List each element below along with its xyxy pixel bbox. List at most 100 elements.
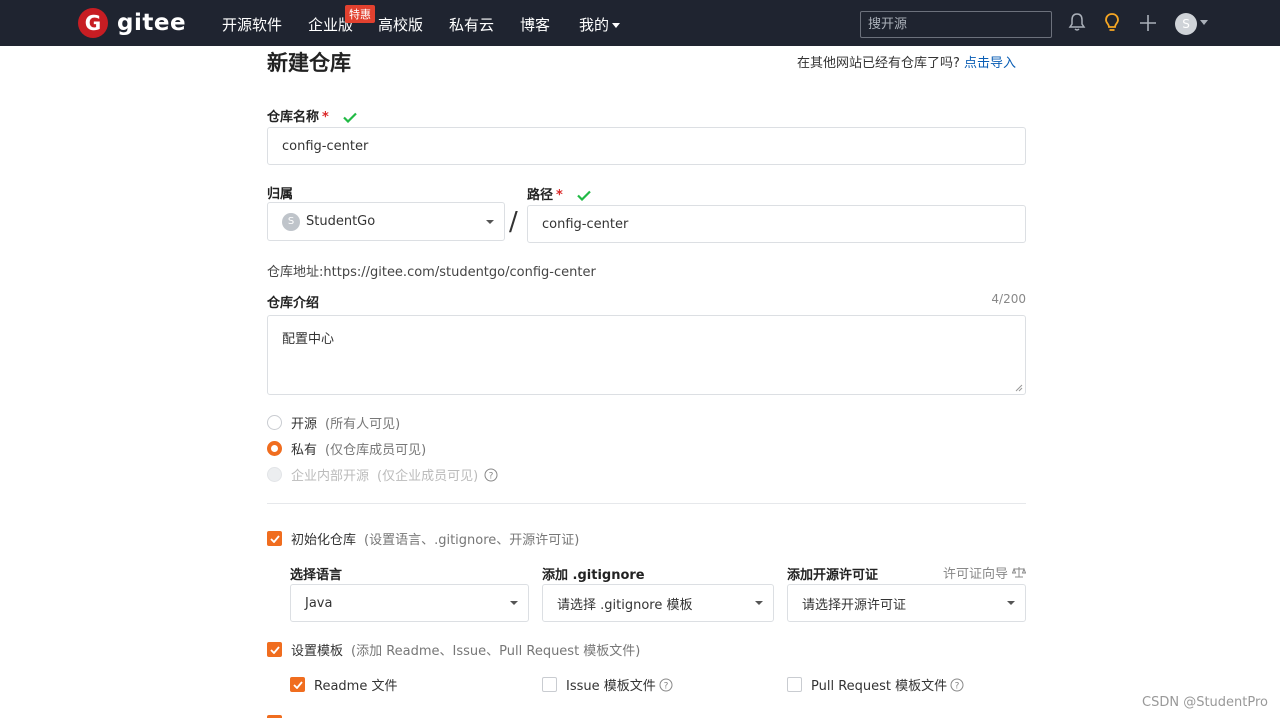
owner-avatar: S (282, 212, 300, 231)
svg-text:?: ? (489, 471, 494, 481)
nav-private-cloud[interactable]: 私有云 (449, 14, 494, 35)
checkmark-icon (269, 645, 280, 654)
license-guide-link[interactable]: 许可证向导 (943, 563, 1027, 582)
visibility-open-source-note: (所有人可见) (325, 417, 401, 432)
nav-mine[interactable]: 我的 (579, 14, 621, 35)
user-avatar[interactable]: S (1175, 13, 1197, 35)
language-value: Java (305, 595, 333, 611)
pr-template-checkbox[interactable] (787, 677, 802, 692)
description-textarea[interactable]: 配置中心 (267, 315, 1026, 395)
checkmark-icon (269, 534, 280, 543)
svg-text:?: ? (663, 681, 668, 691)
issue-template-checkbox[interactable] (542, 677, 557, 692)
path-label: 路径 * (527, 184, 592, 203)
gitee-logo[interactable]: G gitee (78, 8, 186, 38)
promo-badge: 特惠 (345, 5, 375, 23)
init-repo-checkbox[interactable] (267, 531, 282, 546)
readme-checkbox-row[interactable]: Readme 文件 (290, 675, 397, 694)
radio-private[interactable] (267, 441, 282, 456)
template-label: 设置模板 (291, 644, 344, 659)
license-label: 添加开源许可证 (787, 568, 879, 583)
visibility-open-source-label: 开源 (291, 417, 318, 432)
import-prompt: 在其他网站已经有仓库了吗? 点击导入 (797, 52, 1016, 71)
visibility-enterprise-label: 企业内部开源 (291, 469, 370, 484)
gitignore-label: 添加 .gitignore (542, 568, 645, 583)
chevron-down-icon (510, 601, 518, 605)
gitignore-select[interactable]: 请选择 .gitignore 模板 (542, 584, 774, 622)
avatar-chevron-down-icon[interactable] (1200, 20, 1208, 25)
resize-handle-icon[interactable] (1015, 384, 1023, 392)
repo-name-value: config-center (282, 138, 369, 154)
repo-name-label: 仓库名称 * (267, 106, 358, 125)
visibility-private-note: (仅仓库成员可见) (325, 443, 427, 458)
owner-select[interactable]: S StudentGo (267, 202, 505, 241)
question-circle-icon[interactable]: ? (484, 468, 498, 482)
checkmark-icon (292, 680, 303, 689)
template-note: (添加 Readme、Issue、Pull Request 模板文件) (351, 644, 641, 659)
lightbulb-icon[interactable] (1103, 12, 1121, 33)
readme-label: Readme 文件 (314, 679, 398, 694)
logo-mark: G (78, 8, 108, 38)
chevron-down-icon (1007, 601, 1015, 605)
pr-template-label: Pull Request 模板文件 (811, 679, 948, 694)
license-value: 请选择开源许可证 (802, 597, 907, 613)
nav-education[interactable]: 高校版 (378, 14, 423, 35)
init-repo-label: 初始化仓库 (291, 533, 357, 548)
repo-url-hint: 仓库地址:https://gitee.com/studentgo/config-… (267, 265, 596, 280)
path-input[interactable]: config-center (527, 205, 1026, 243)
description-label: 仓库介绍 (267, 296, 320, 311)
search-input[interactable] (860, 11, 1052, 38)
description-value: 配置中心 (282, 332, 335, 347)
check-icon (343, 112, 358, 124)
license-guide-text: 许可证向导 (943, 567, 1009, 582)
template-checkbox-row[interactable]: 设置模板 (添加 Readme、Issue、Pull Request 模板文件) (267, 640, 640, 659)
watermark: CSDN @StudentPro (1142, 695, 1268, 710)
logo-text: gitee (117, 10, 187, 36)
import-prompt-text: 在其他网站已经有仓库了吗? (797, 56, 960, 71)
language-label: 选择语言 (290, 568, 343, 583)
path-separator: / (509, 207, 518, 237)
repo-name-label-text: 仓库名称 (267, 110, 320, 125)
license-select[interactable]: 请选择开源许可证 (787, 584, 1026, 622)
import-link[interactable]: 点击导入 (964, 56, 1016, 71)
description-counter: 4/200 (991, 292, 1026, 306)
question-circle-icon[interactable]: ? (950, 678, 964, 692)
required-mark: * (322, 110, 329, 125)
chevron-down-icon (612, 23, 621, 28)
radio-enterprise (267, 467, 282, 482)
path-value: config-center (542, 216, 629, 232)
init-repo-checkbox-row[interactable]: 初始化仓库 (设置语言、.gitignore、开源许可证) (267, 529, 579, 548)
required-mark: * (556, 188, 563, 203)
chevron-down-icon (486, 219, 494, 224)
plus-icon[interactable] (1139, 14, 1157, 32)
template-checkbox[interactable] (267, 642, 282, 657)
visibility-enterprise: 企业内部开源 (仅企业成员可见) ? (267, 465, 498, 484)
issue-template-checkbox-row[interactable]: Issue 模板文件 ? (542, 675, 673, 694)
owner-label: 归属 (267, 187, 294, 202)
path-label-text: 路径 (527, 188, 554, 203)
nav-mine-label: 我的 (579, 16, 610, 34)
check-icon (577, 190, 592, 202)
radio-open-source[interactable] (267, 415, 282, 430)
pr-template-checkbox-row[interactable]: Pull Request 模板文件 ? (787, 675, 964, 694)
svg-text:?: ? (955, 681, 960, 691)
bell-icon[interactable] (1068, 12, 1086, 32)
top-navbar: G gitee 开源软件 企业版 特惠 高校版 私有云 博客 我的 S (0, 0, 1280, 46)
init-repo-note: (设置语言、.gitignore、开源许可证) (364, 533, 580, 548)
issue-template-label: Issue 模板文件 (566, 679, 656, 694)
repo-name-input[interactable]: config-center (267, 127, 1026, 165)
visibility-enterprise-note: (仅企业成员可见) (377, 469, 479, 484)
owner-value: StudentGo (306, 214, 376, 229)
page-title: 新建仓库 (267, 51, 351, 75)
visibility-private[interactable]: 私有 (仅仓库成员可见) (267, 439, 426, 458)
gitignore-value: 请选择 .gitignore 模板 (557, 597, 693, 613)
language-select[interactable]: Java (290, 584, 529, 622)
question-circle-icon[interactable]: ? (659, 678, 673, 692)
readme-checkbox[interactable] (290, 677, 305, 692)
nav-open-source[interactable]: 开源软件 (222, 14, 282, 35)
nav-blog[interactable]: 博客 (520, 14, 550, 35)
scale-icon (1011, 567, 1027, 578)
divider (267, 503, 1026, 504)
chevron-down-icon (755, 601, 763, 605)
visibility-open-source[interactable]: 开源 (所有人可见) (267, 413, 400, 432)
